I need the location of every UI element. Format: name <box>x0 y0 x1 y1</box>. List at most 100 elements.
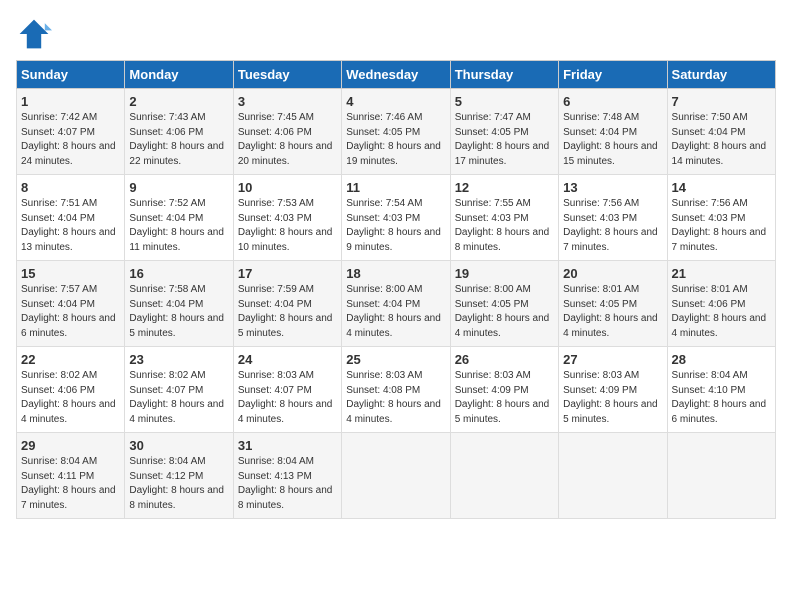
calendar-cell: 5 Sunrise: 7:47 AMSunset: 4:05 PMDaylight… <box>450 89 558 175</box>
day-info: Sunrise: 7:52 AMSunset: 4:04 PMDaylight:… <box>129 197 228 255</box>
day-number: 25 <box>346 352 445 367</box>
calendar-cell <box>559 433 667 519</box>
calendar-cell: 21Sunrise: 8:01 AMSunset: 4:06 PMDayligh… <box>667 261 775 347</box>
day-number: 24 <box>238 352 337 367</box>
day-number: 11 <box>346 180 445 195</box>
calendar-week-row: 15Sunrise: 7:57 AMSunset: 4:04 PMDayligh… <box>17 261 776 347</box>
day-number: 6 <box>563 94 662 109</box>
day-number: 22 <box>21 352 120 367</box>
day-number: 5 <box>455 94 554 109</box>
day-number: 16 <box>129 266 228 281</box>
calendar-header-row: SundayMondayTuesdayWednesdayThursdayFrid… <box>17 61 776 89</box>
calendar-cell <box>667 433 775 519</box>
day-number: 30 <box>129 438 228 453</box>
day-info: Sunrise: 7:56 AMSunset: 4:03 PMDaylight:… <box>563 197 662 255</box>
calendar-cell: 2 Sunrise: 7:43 AMSunset: 4:06 PMDaylight… <box>125 89 233 175</box>
day-number: 2 <box>129 94 228 109</box>
calendar-cell <box>450 433 558 519</box>
header-saturday: Saturday <box>667 61 775 89</box>
calendar-cell: 18 Sunrise: 8:00 AMSunset: 4:04 PMDayligh… <box>342 261 450 347</box>
calendar-table: SundayMondayTuesdayWednesdayThursdayFrid… <box>16 60 776 519</box>
day-info: Sunrise: 7:55 AMSunset: 4:03 PMDaylight:… <box>455 197 554 255</box>
day-number: 23 <box>129 352 228 367</box>
logo <box>16 16 56 52</box>
day-info: Sunrise: 8:04 AMSunset: 4:11 PMDaylight:… <box>21 455 120 513</box>
calendar-week-row: 22 Sunrise: 8:02 AMSunset: 4:06 PMDayligh… <box>17 347 776 433</box>
calendar-week-row: 1 Sunrise: 7:42 AMSunset: 4:07 PMDaylight… <box>17 89 776 175</box>
calendar-cell: 22 Sunrise: 8:02 AMSunset: 4:06 PMDayligh… <box>17 347 125 433</box>
calendar-cell: 14 Sunrise: 7:56 AMSunset: 4:03 PMDayligh… <box>667 175 775 261</box>
day-info: Sunrise: 7:58 AMSunset: 4:04 PMDaylight:… <box>129 283 228 341</box>
calendar-cell: 20 Sunrise: 8:01 AMSunset: 4:05 PMDayligh… <box>559 261 667 347</box>
day-info: Sunrise: 7:50 AMSunset: 4:04 PMDaylight:… <box>672 111 771 169</box>
day-number: 9 <box>129 180 228 195</box>
day-number: 27 <box>563 352 662 367</box>
day-number: 20 <box>563 266 662 281</box>
calendar-cell: 9 Sunrise: 7:52 AMSunset: 4:04 PMDaylight… <box>125 175 233 261</box>
day-info: Sunrise: 7:53 AMSunset: 4:03 PMDaylight:… <box>238 197 337 255</box>
day-info: Sunrise: 7:47 AMSunset: 4:05 PMDaylight:… <box>455 111 554 169</box>
day-number: 10 <box>238 180 337 195</box>
day-info: Sunrise: 8:04 AMSunset: 4:10 PMDaylight:… <box>672 369 771 427</box>
day-number: 14 <box>672 180 771 195</box>
day-number: 26 <box>455 352 554 367</box>
calendar-cell: 10 Sunrise: 7:53 AMSunset: 4:03 PMDayligh… <box>233 175 341 261</box>
day-info: Sunrise: 8:01 AMSunset: 4:05 PMDaylight:… <box>563 283 662 341</box>
day-info: Sunrise: 8:03 AMSunset: 4:09 PMDaylight:… <box>563 369 662 427</box>
day-number: 8 <box>21 180 120 195</box>
day-number: 4 <box>346 94 445 109</box>
day-info: Sunrise: 8:04 AMSunset: 4:12 PMDaylight:… <box>129 455 228 513</box>
day-info: Sunrise: 7:59 AMSunset: 4:04 PMDaylight:… <box>238 283 337 341</box>
day-info: Sunrise: 7:42 AMSunset: 4:07 PMDaylight:… <box>21 111 120 169</box>
day-number: 13 <box>563 180 662 195</box>
page-header <box>16 16 776 52</box>
day-number: 1 <box>21 94 120 109</box>
calendar-cell: 31 Sunrise: 8:04 AMSunset: 4:13 PMDayligh… <box>233 433 341 519</box>
calendar-cell: 30 Sunrise: 8:04 AMSunset: 4:12 PMDayligh… <box>125 433 233 519</box>
day-info: Sunrise: 7:43 AMSunset: 4:06 PMDaylight:… <box>129 111 228 169</box>
header-sunday: Sunday <box>17 61 125 89</box>
calendar-week-row: 8Sunrise: 7:51 AMSunset: 4:04 PMDaylight… <box>17 175 776 261</box>
calendar-cell: 26 Sunrise: 8:03 AMSunset: 4:09 PMDayligh… <box>450 347 558 433</box>
day-info: Sunrise: 8:02 AMSunset: 4:07 PMDaylight:… <box>129 369 228 427</box>
calendar-week-row: 29 Sunrise: 8:04 AMSunset: 4:11 PMDayligh… <box>17 433 776 519</box>
day-info: Sunrise: 8:02 AMSunset: 4:06 PMDaylight:… <box>21 369 120 427</box>
day-number: 3 <box>238 94 337 109</box>
day-info: Sunrise: 8:00 AMSunset: 4:04 PMDaylight:… <box>346 283 445 341</box>
day-info: Sunrise: 8:00 AMSunset: 4:05 PMDaylight:… <box>455 283 554 341</box>
day-info: Sunrise: 7:56 AMSunset: 4:03 PMDaylight:… <box>672 197 771 255</box>
day-info: Sunrise: 7:54 AMSunset: 4:03 PMDaylight:… <box>346 197 445 255</box>
calendar-cell: 29 Sunrise: 8:04 AMSunset: 4:11 PMDayligh… <box>17 433 125 519</box>
day-info: Sunrise: 7:46 AMSunset: 4:05 PMDaylight:… <box>346 111 445 169</box>
day-info: Sunrise: 8:03 AMSunset: 4:07 PMDaylight:… <box>238 369 337 427</box>
calendar-cell: 15Sunrise: 7:57 AMSunset: 4:04 PMDayligh… <box>17 261 125 347</box>
day-info: Sunrise: 7:45 AMSunset: 4:06 PMDaylight:… <box>238 111 337 169</box>
calendar-cell: 24 Sunrise: 8:03 AMSunset: 4:07 PMDayligh… <box>233 347 341 433</box>
calendar-cell: 3 Sunrise: 7:45 AMSunset: 4:06 PMDaylight… <box>233 89 341 175</box>
calendar-cell: 7 Sunrise: 7:50 AMSunset: 4:04 PMDaylight… <box>667 89 775 175</box>
calendar-cell: 16 Sunrise: 7:58 AMSunset: 4:04 PMDayligh… <box>125 261 233 347</box>
day-number: 29 <box>21 438 120 453</box>
header-tuesday: Tuesday <box>233 61 341 89</box>
day-number: 18 <box>346 266 445 281</box>
day-info: Sunrise: 8:04 AMSunset: 4:13 PMDaylight:… <box>238 455 337 513</box>
day-number: 15 <box>21 266 120 281</box>
header-friday: Friday <box>559 61 667 89</box>
header-thursday: Thursday <box>450 61 558 89</box>
header-monday: Monday <box>125 61 233 89</box>
calendar-cell: 8Sunrise: 7:51 AMSunset: 4:04 PMDaylight… <box>17 175 125 261</box>
calendar-cell: 6 Sunrise: 7:48 AMSunset: 4:04 PMDaylight… <box>559 89 667 175</box>
header-wednesday: Wednesday <box>342 61 450 89</box>
calendar-cell: 23 Sunrise: 8:02 AMSunset: 4:07 PMDayligh… <box>125 347 233 433</box>
calendar-cell: 12Sunrise: 7:55 AMSunset: 4:03 PMDayligh… <box>450 175 558 261</box>
day-info: Sunrise: 8:03 AMSunset: 4:09 PMDaylight:… <box>455 369 554 427</box>
calendar-cell <box>342 433 450 519</box>
calendar-cell: 27 Sunrise: 8:03 AMSunset: 4:09 PMDayligh… <box>559 347 667 433</box>
day-info: Sunrise: 7:48 AMSunset: 4:04 PMDaylight:… <box>563 111 662 169</box>
day-number: 7 <box>672 94 771 109</box>
day-number: 31 <box>238 438 337 453</box>
logo-icon <box>16 16 52 52</box>
calendar-cell: 28Sunrise: 8:04 AMSunset: 4:10 PMDayligh… <box>667 347 775 433</box>
calendar-cell: 1 Sunrise: 7:42 AMSunset: 4:07 PMDaylight… <box>17 89 125 175</box>
calendar-cell: 13 Sunrise: 7:56 AMSunset: 4:03 PMDayligh… <box>559 175 667 261</box>
